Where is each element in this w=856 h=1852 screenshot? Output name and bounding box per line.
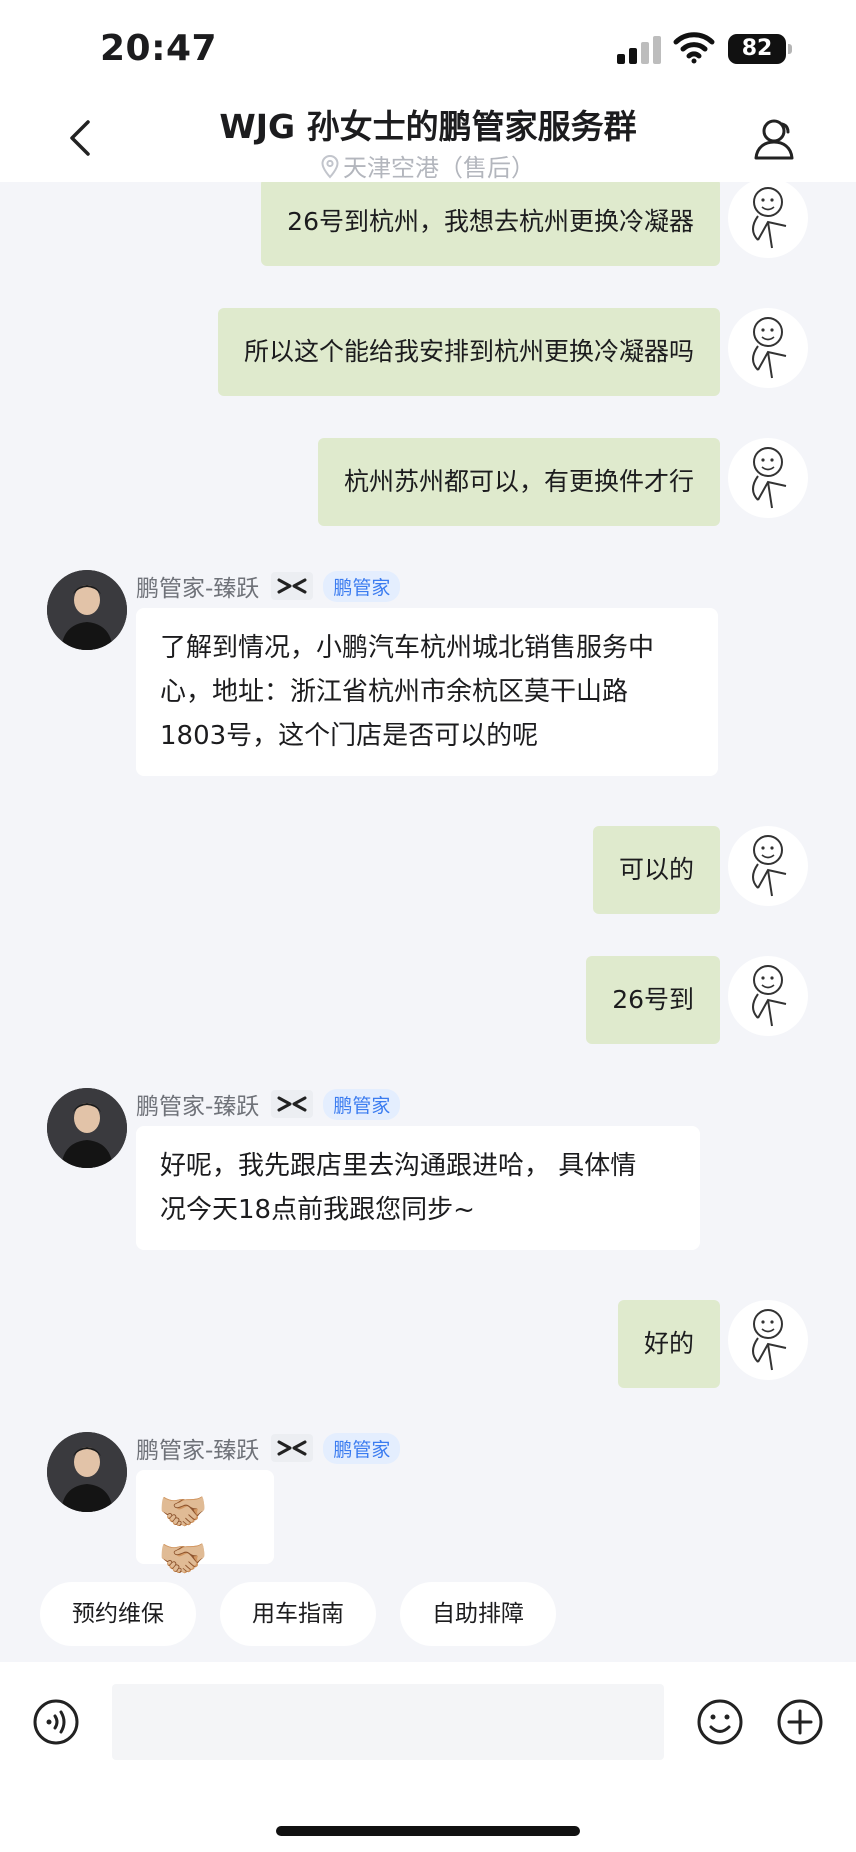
incoming-message[interactable]: 好呢，我先跟店里去沟通跟进哈， 具体情 况今天18点前我跟您同步~ — [136, 1126, 700, 1250]
message-line: 了解到情况，小鹏汽车杭州城北销售服务中 — [160, 633, 655, 663]
user-avatar[interactable] — [728, 1300, 808, 1380]
user-avatar[interactable] — [728, 308, 808, 388]
sender-name: 鹏管家-臻跃 — [136, 1094, 260, 1120]
message-line: 好呢，我先跟店里去沟通跟进哈， 具体情 — [160, 1151, 637, 1181]
message-input[interactable] — [112, 1684, 664, 1760]
role-badge: 鹏管家 — [323, 1432, 401, 1464]
outgoing-message[interactable]: 26号到 — [586, 956, 720, 1044]
cellular-signal-icon — [617, 34, 661, 64]
group-subtitle: 天津空港（售后） — [0, 148, 856, 183]
quick-actions: 预约维保 用车指南 自助排障 — [40, 1582, 556, 1646]
role-badge: 鹏管家 — [323, 1088, 401, 1120]
input-bar — [0, 1662, 856, 1852]
plus-icon[interactable] — [776, 1698, 824, 1746]
message-line: 心，地址：浙江省杭州市余杭区莫干山路 — [160, 677, 629, 707]
chat-header: WJG 孙女士的鹏管家服务群 天津空港（售后） — [0, 100, 856, 182]
message-line: 1803号，这个门店是否可以的呢 — [160, 721, 539, 751]
handshake-emoji: 🤝🏼🤝🏼 — [158, 1489, 208, 1582]
outgoing-message[interactable]: 可以的 — [592, 826, 720, 914]
sender-line: 鹏管家-臻跃 鹏管家 — [136, 1088, 401, 1120]
location-pin-icon — [321, 155, 339, 179]
xpeng-logo-icon — [271, 1090, 314, 1118]
sender-line: 鹏管家-臻跃 鹏管家 — [136, 1432, 401, 1464]
outgoing-message[interactable]: 杭州苏州都可以，有更换件才行 — [317, 438, 720, 526]
user-avatar[interactable] — [728, 956, 808, 1036]
status-time: 20:47 — [100, 28, 218, 69]
user-avatar[interactable] — [728, 826, 808, 906]
message-line: 况今天18点前我跟您同步~ — [160, 1195, 475, 1225]
outgoing-message[interactable]: 所以这个能给我安排到杭州更换冷凝器吗 — [217, 308, 720, 396]
sender-line: 鹏管家-臻跃 鹏管家 — [136, 570, 401, 602]
home-indicator — [276, 1826, 580, 1836]
voice-icon[interactable] — [32, 1698, 80, 1746]
sender-name: 鹏管家-臻跃 — [136, 576, 260, 602]
agent-avatar[interactable] — [47, 570, 127, 650]
battery-icon: 82 — [728, 34, 792, 64]
user-avatar[interactable] — [728, 438, 808, 518]
incoming-message[interactable]: 🤝🏼🤝🏼 — [136, 1470, 274, 1579]
person-icon[interactable] — [752, 116, 798, 162]
quick-action-self-troubleshoot[interactable]: 自助排障 — [400, 1582, 556, 1646]
status-bar: 20:47 82 — [0, 0, 856, 100]
group-location: 天津空港（售后） — [343, 154, 535, 182]
user-avatar[interactable] — [728, 182, 808, 258]
xpeng-logo-icon — [271, 1434, 314, 1462]
quick-action-maintenance-booking[interactable]: 预约维保 — [40, 1582, 196, 1646]
quick-action-car-guide[interactable]: 用车指南 — [220, 1582, 376, 1646]
sender-name: 鹏管家-臻跃 — [136, 1438, 260, 1464]
battery-level: 82 — [728, 34, 786, 64]
agent-avatar[interactable] — [47, 1432, 127, 1512]
xpeng-logo-icon — [271, 572, 314, 600]
group-title: WJG 孙女士的鹏管家服务群 — [219, 107, 637, 146]
smiley-icon[interactable] — [696, 1698, 744, 1746]
message-list[interactable]: 26号到杭州，我想去杭州更换冷凝器 所以这个能给我安排到杭州更换冷凝器吗 杭州苏… — [0, 182, 856, 1662]
role-badge: 鹏管家 — [323, 570, 401, 602]
outgoing-message[interactable]: 好的 — [617, 1300, 720, 1388]
wifi-icon — [673, 32, 715, 64]
outgoing-message[interactable]: 26号到杭州，我想去杭州更换冷凝器 — [261, 182, 720, 266]
incoming-message[interactable]: 了解到情况，小鹏汽车杭州城北销售服务中 心，地址：浙江省杭州市余杭区莫干山路 1… — [136, 608, 718, 776]
agent-avatar[interactable] — [47, 1088, 127, 1168]
